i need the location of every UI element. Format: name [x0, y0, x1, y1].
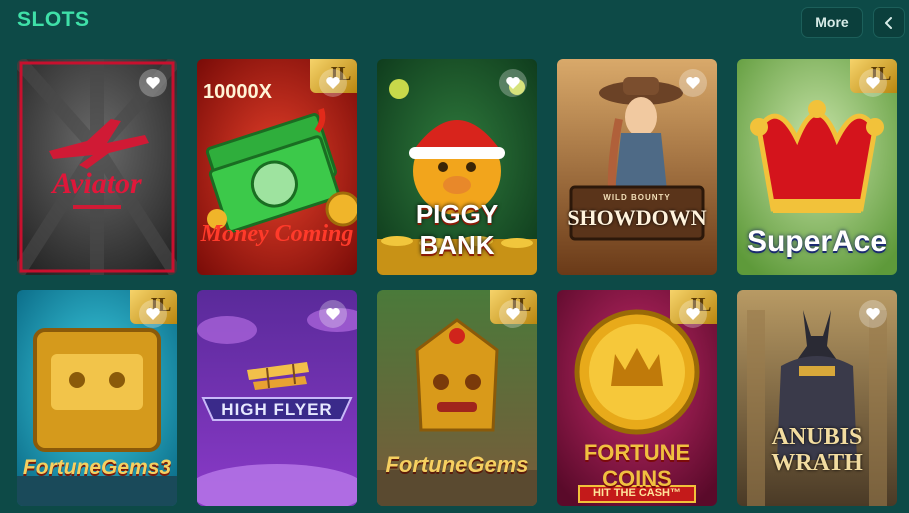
game-title: FORTUNE COINS	[583, 440, 691, 491]
game-card-super-ace[interactable]: SuperAce JL	[737, 59, 897, 275]
heart-icon	[506, 77, 520, 89]
chevron-left-icon	[885, 17, 892, 29]
favorite-button[interactable]	[859, 69, 887, 97]
game-title: PIGGY BANK	[415, 199, 499, 260]
heart-icon	[686, 77, 700, 89]
game-card-aviator[interactable]: Aviator	[17, 59, 177, 275]
game-title: HIGH FLYER	[221, 400, 333, 419]
game-subtitle: WILD BOUNTY	[603, 193, 671, 202]
favorite-button[interactable]	[499, 69, 527, 97]
favorite-button[interactable]	[319, 300, 347, 328]
favorite-button[interactable]	[139, 300, 167, 328]
heart-icon	[686, 308, 700, 320]
game-card-wild-bounty-showdown[interactable]: WILD BOUNTY SHOWDOWN	[557, 59, 717, 275]
more-button[interactable]: More	[801, 7, 863, 38]
game-card-fortune-gems-3[interactable]: FortuneGems3 JL	[17, 290, 177, 506]
game-title: ANUBIS WRATH	[771, 424, 863, 476]
game-title: SHOWDOWN	[567, 205, 707, 230]
section-title: SLOTS	[17, 8, 90, 31]
heart-icon	[866, 77, 880, 89]
game-title: SuperAce	[746, 225, 888, 258]
heart-icon	[326, 77, 340, 89]
game-title: Aviator	[52, 167, 142, 200]
favorite-button[interactable]	[499, 300, 527, 328]
game-title: FortuneGems3	[22, 456, 172, 479]
heart-icon	[146, 308, 160, 320]
heart-icon	[506, 308, 520, 320]
game-card-piggy-bank[interactable]: PIGGY BANK	[377, 59, 537, 275]
game-card-fortune-gems[interactable]: FortuneGems JL	[377, 290, 537, 506]
favorite-button[interactable]	[679, 300, 707, 328]
heart-icon	[146, 77, 160, 89]
game-card-fortune-coins[interactable]: FORTUNE COINS HIT THE CASH™ JL	[557, 290, 717, 506]
game-top-text: 10000X	[203, 81, 272, 103]
heart-icon	[866, 308, 880, 320]
game-title: Money Coming	[200, 221, 354, 247]
favorite-button[interactable]	[679, 69, 707, 97]
favorite-button[interactable]	[859, 300, 887, 328]
heart-icon	[326, 308, 340, 320]
favorite-button[interactable]	[139, 69, 167, 97]
previous-button[interactable]	[873, 7, 905, 38]
section-header: SLOTS More	[0, 0, 909, 48]
game-card-high-flyer[interactable]: HIGH FLYER	[197, 290, 357, 506]
game-card-money-coming[interactable]: 10000X Money Coming JL	[197, 59, 357, 275]
game-card-anubis-wrath[interactable]: ANUBIS WRATH	[737, 290, 897, 506]
favorite-button[interactable]	[319, 69, 347, 97]
game-title: FortuneGems	[385, 452, 529, 477]
game-subtitle: HIT THE CASH™	[593, 487, 681, 499]
